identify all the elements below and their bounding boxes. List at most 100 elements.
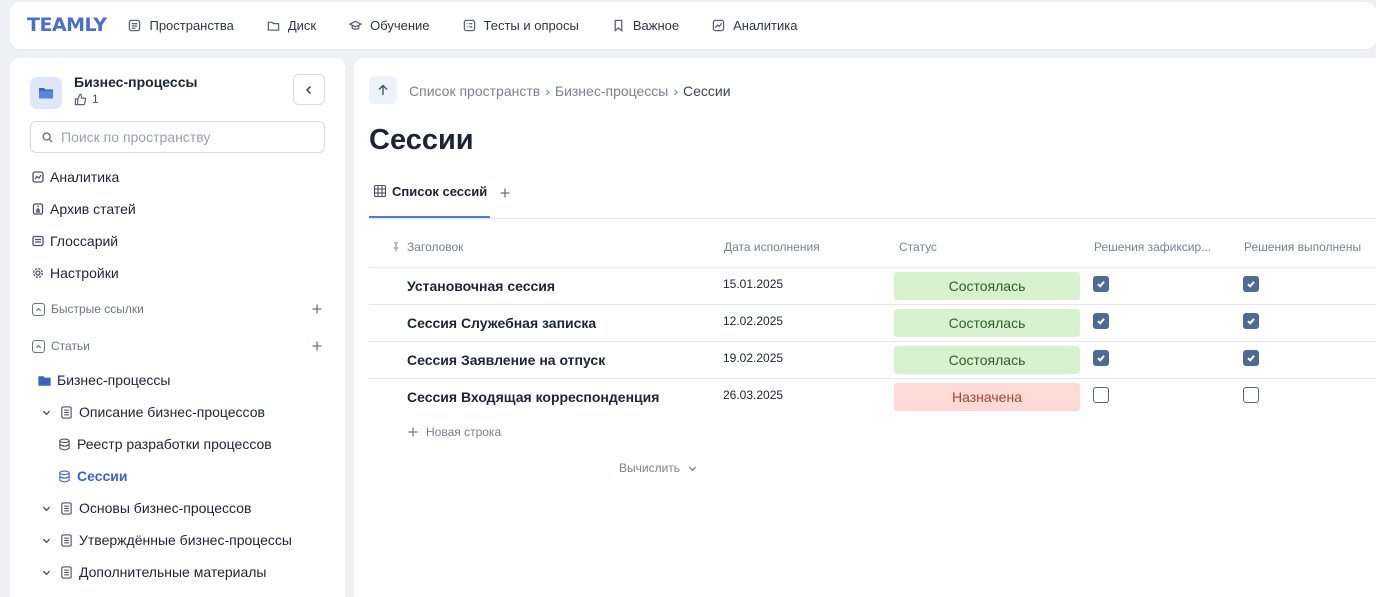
check-icon [1246, 279, 1256, 289]
row-divider [369, 378, 1376, 379]
decisions-fixed-checkbox[interactable] [1093, 387, 1109, 403]
breadcrumb-space[interactable]: Бизнес-процессы [555, 83, 668, 99]
space-likes[interactable]: 1 [74, 92, 197, 106]
column-header-decisions-fixed[interactable]: Решения зафиксир... [1094, 240, 1211, 254]
add-row-button[interactable]: Новая строка [408, 425, 501, 439]
teamly-logo[interactable]: TEAMLY [27, 14, 107, 36]
add-quick-link-button[interactable] [312, 304, 322, 314]
add-article-button[interactable] [312, 341, 322, 351]
sidebar-item-label: Архив статей [50, 201, 136, 217]
section-articles: Статьи [32, 339, 322, 353]
decisions-done-checkbox[interactable] [1243, 387, 1259, 403]
decisions-done-checkbox[interactable] [1243, 313, 1259, 329]
analytics-icon [32, 171, 44, 183]
sidebar-item-analytics[interactable]: Аналитика [32, 169, 119, 185]
space-sidebar: Бизнес-процессы 1 Аналитика Архив статей… [10, 58, 345, 597]
sidebar-item-glossary[interactable]: Глоссарий [32, 233, 118, 249]
tree-item-process-registry[interactable]: Реестр разработки процессов [58, 436, 272, 452]
plus-icon [312, 341, 322, 351]
tree-item-business-processes[interactable]: Бизнес-процессы [38, 372, 170, 388]
decisions-done-checkbox[interactable] [1243, 276, 1259, 292]
decisions-fixed-checkbox[interactable] [1093, 276, 1109, 292]
chevron-down-icon[interactable] [38, 536, 54, 545]
decisions-fixed-checkbox[interactable] [1093, 350, 1109, 366]
collapse-sidebar-button[interactable] [293, 74, 325, 105]
plus-icon [500, 188, 510, 198]
calculate-label: Вычислить [619, 461, 681, 475]
likes-count: 1 [92, 92, 99, 106]
tab-session-list[interactable]: Список сессий [369, 176, 490, 218]
chevron-down-icon[interactable] [38, 408, 54, 417]
section-toggle[interactable] [32, 302, 45, 316]
column-header-date[interactable]: Дата исполнения [724, 240, 820, 254]
space-avatar[interactable] [30, 77, 62, 109]
column-header-decisions-done[interactable]: Решения выполнены [1244, 240, 1361, 254]
main-content: Список пространств › Бизнес-процессы › С… [354, 58, 1376, 597]
tree-item-additional-materials[interactable]: Дополнительные материалы [38, 564, 266, 580]
check-icon [1096, 316, 1106, 326]
row-title[interactable]: Сессия Входящая корреспонденция [407, 389, 659, 405]
chevron-down-icon[interactable] [38, 568, 54, 577]
row-title[interactable]: Сессия Заявление на отпуск [407, 352, 605, 368]
nav-item-disk[interactable]: Диск [267, 18, 316, 33]
nav-item-analytics[interactable]: Аналитика [712, 18, 797, 33]
nav-item-spaces[interactable]: Пространства [128, 18, 234, 33]
nav-item-learning[interactable]: Обучение [349, 18, 430, 33]
column-header-label: Решения зафиксир... [1094, 240, 1212, 254]
row-date[interactable]: 19.02.2025 [723, 351, 783, 365]
breadcrumb-spaces-list[interactable]: Список пространств [409, 83, 540, 99]
nav-item-tests[interactable]: Тесты и опросы [463, 18, 579, 33]
check-icon [1096, 353, 1106, 363]
nav-item-label: Обучение [370, 18, 430, 33]
column-header-title[interactable]: Заголовок [391, 240, 463, 254]
search-input[interactable] [61, 129, 301, 145]
nav-item-important[interactable]: Важное [612, 18, 679, 33]
status-badge[interactable]: Состоялась [894, 272, 1080, 300]
section-toggle[interactable] [32, 339, 45, 353]
row-date[interactable]: 26.03.2025 [723, 388, 783, 402]
column-header-label: Решения выполнены [1244, 240, 1362, 254]
row-date[interactable]: 12.02.2025 [723, 314, 783, 328]
sidebar-item-settings[interactable]: Настройки [32, 265, 119, 281]
decisions-fixed-checkbox[interactable] [1093, 313, 1109, 329]
row-divider [369, 267, 1376, 268]
row-title[interactable]: Сессия Служебная записка [407, 315, 596, 331]
decisions-done-checkbox[interactable] [1243, 350, 1259, 366]
search-icon [42, 131, 53, 143]
tree-item-label: Бизнес-процессы [57, 372, 171, 388]
row-title[interactable]: Установочная сессия [407, 278, 555, 294]
status-badge[interactable]: Состоялась [894, 309, 1080, 337]
add-view-button[interactable] [500, 188, 510, 198]
page-icon [60, 565, 73, 579]
calculate-dropdown[interactable]: Вычислить [619, 461, 697, 475]
tree-item-sessions[interactable]: Сессии [58, 468, 128, 484]
folder-icon [37, 84, 55, 102]
status-badge[interactable]: Состоялась [894, 346, 1080, 374]
check-icon [1246, 353, 1256, 363]
plus-icon [408, 427, 418, 437]
column-header-label: Дата исполнения [724, 240, 820, 254]
chevron-down-icon[interactable] [38, 504, 54, 513]
chevron-up-icon [35, 306, 42, 313]
go-up-button[interactable] [369, 76, 397, 104]
graduation-icon [349, 19, 363, 32]
column-header-label: Статус [899, 240, 937, 254]
sidebar-item-label: Аналитика [50, 169, 120, 185]
row-date[interactable]: 15.01.2025 [723, 277, 783, 291]
arrow-up-icon [377, 84, 389, 96]
folder-icon [267, 19, 280, 32]
space-header: Бизнес-процессы 1 [30, 74, 197, 109]
top-navigation-bar: TEAMLY Пространства Диск Обучение Тесты … [10, 2, 1376, 49]
tab-divider [369, 218, 1376, 219]
bookmark-icon [612, 19, 625, 32]
tree-item-process-description[interactable]: Описание бизнес-процессов [38, 404, 265, 420]
thumbs-up-icon [74, 93, 87, 106]
sidebar-item-label: Настройки [50, 265, 119, 281]
tree-item-process-basics[interactable]: Основы бизнес-процессов [38, 500, 251, 516]
sidebar-item-archive[interactable]: Архив статей [32, 201, 136, 217]
tree-item-approved-processes[interactable]: Утверждённые бизнес-процессы [38, 532, 292, 548]
status-badge[interactable]: Назначена [894, 383, 1080, 411]
pin-icon [391, 242, 401, 252]
column-header-label: Заголовок [407, 240, 464, 254]
column-header-status[interactable]: Статус [899, 240, 937, 254]
